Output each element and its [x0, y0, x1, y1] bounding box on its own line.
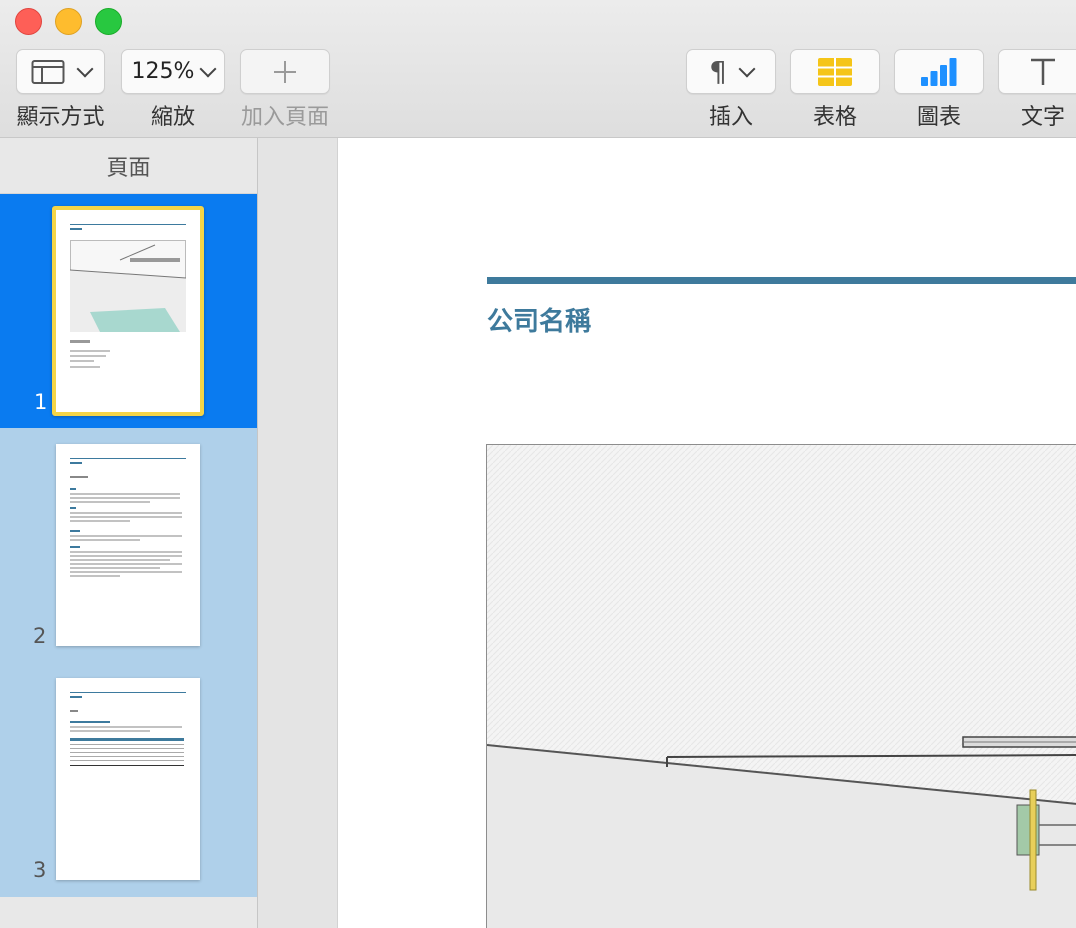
sidebar-layout-icon — [31, 59, 65, 85]
page-thumbnails-sidebar: 頁面 1 2 3 — [0, 138, 258, 928]
chart-button[interactable] — [894, 49, 984, 94]
thumbnail-sketch — [70, 240, 186, 332]
text-label: 文字 — [1020, 105, 1065, 130]
thumbnail-list[interactable]: 1 2 3 — [0, 194, 257, 897]
page-thumbnail-3[interactable] — [56, 678, 200, 880]
table-button[interactable] — [790, 49, 880, 94]
text-icon — [1029, 57, 1057, 87]
page-number-3: 3 — [33, 858, 47, 882]
table-icon — [818, 57, 852, 86]
pilcrow-icon: ¶ — [709, 55, 727, 88]
header-rule — [487, 277, 1076, 284]
add-page-button[interactable] — [240, 49, 330, 94]
add-page-label: 加入頁面 — [240, 105, 329, 130]
minimize-window-button[interactable] — [55, 8, 82, 35]
company-name[interactable]: 公司名稱 — [487, 301, 591, 338]
bar-chart-icon — [921, 57, 957, 86]
page-number-1: 1 — [34, 390, 48, 414]
zoom-label: 縮放 — [150, 105, 195, 130]
page-number-2: 2 — [33, 624, 47, 648]
toolbar: 顯示方式 125% 縮放 加入頁面 ¶ 插入 表格 圖表 文字 — [0, 0, 1076, 138]
zoom-value: 125% — [131, 59, 195, 84]
chart-label: 圖表 — [916, 105, 961, 130]
chevron-down-icon — [199, 60, 217, 77]
table-label: 表格 — [812, 105, 857, 130]
canvas-gutter — [258, 138, 338, 928]
page-thumbnail-2[interactable] — [56, 444, 200, 646]
zoom-window-button[interactable] — [95, 8, 122, 35]
chevron-down-icon — [738, 60, 756, 77]
plus-icon — [272, 59, 298, 85]
text-button[interactable] — [998, 49, 1076, 94]
view-label: 顯示方式 — [16, 105, 105, 130]
insert-label: 插入 — [708, 105, 753, 130]
document-page[interactable]: 公司名稱 — [338, 138, 1076, 928]
view-button[interactable] — [16, 49, 105, 94]
sidebar-title: 頁面 — [0, 138, 257, 194]
architecture-sketch-image[interactable] — [486, 444, 1076, 928]
close-window-button[interactable] — [15, 8, 42, 35]
chevron-down-icon — [76, 60, 93, 77]
insert-button[interactable]: ¶ — [686, 49, 776, 94]
page-thumbnail-1[interactable] — [52, 206, 204, 416]
zoom-select[interactable]: 125% — [121, 49, 225, 94]
